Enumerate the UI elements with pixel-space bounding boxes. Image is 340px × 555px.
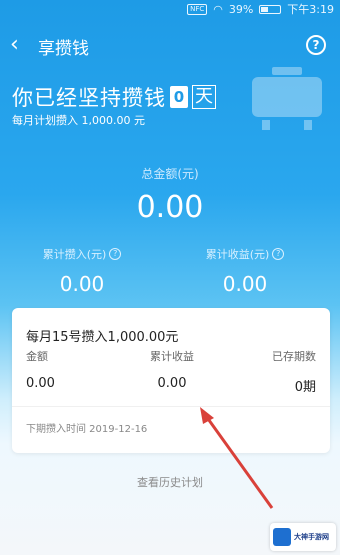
app-header: ‹ 享攒钱 ?	[0, 30, 340, 60]
deposited-value: 0.00	[59, 272, 105, 296]
day-unit: 天	[192, 85, 216, 109]
info-icon[interactable]: ?	[272, 248, 285, 260]
deposited-label: 累计攒入(元)	[42, 248, 107, 261]
help-icon[interactable]: ?	[306, 35, 326, 55]
page-title: 享攒钱	[38, 39, 89, 59]
plan-amount-label: 金额	[26, 350, 48, 363]
deposited-stat: 累计攒入(元) ? 0.00	[12, 246, 152, 296]
battery-percent: 39%	[228, 2, 254, 16]
total-amount-label: 总金额(元)	[141, 167, 199, 181]
battery-fill	[261, 6, 269, 12]
plan-earnings-value: 0.00	[157, 376, 187, 391]
plan-amount-value: 0.00	[26, 376, 55, 391]
piggy-bank-illustration	[252, 67, 322, 130]
card-divider	[12, 406, 330, 407]
battery-icon	[259, 4, 282, 14]
deposited-label-row: 累计攒入(元) ?	[12, 246, 152, 262]
status-bar: NFC ◠ 39% 下午3:19	[0, 0, 340, 18]
plan-card-title: 每月15号攒入1,000.00元	[26, 330, 179, 345]
info-icon[interactable]: ?	[109, 248, 122, 260]
headline-text: 你已经坚持攒钱	[12, 86, 166, 110]
view-history-plans-link[interactable]: 查看历史计划	[0, 474, 340, 490]
plan-earnings-column: 累计收益 0.00	[142, 348, 202, 391]
earnings-stat: 累计收益(元) ? 0.00	[175, 246, 315, 296]
plan-periods-value: 0期	[294, 380, 316, 395]
next-deposit-time: 下期攒入时间 2019-12-16	[26, 424, 148, 435]
plan-periods-label: 已存期数	[272, 350, 316, 363]
monthly-plan-text: 每月计划攒入 1,000.00 元	[12, 114, 145, 127]
watermark-text: 大神手游网	[294, 532, 329, 541]
plan-earnings-label: 累计收益	[150, 350, 194, 363]
total-amount-value: 0.00	[136, 190, 204, 225]
nfc-icon: NFC	[187, 3, 208, 15]
plan-amount-column: 金额 0.00	[26, 348, 55, 391]
plan-periods-column: 已存期数 0期	[272, 348, 316, 395]
persistence-headline: 你已经坚持攒钱 0 天	[12, 82, 216, 112]
clock: 下午3:19	[287, 3, 334, 16]
wifi-icon: ◠	[213, 2, 223, 16]
earnings-label: 累计收益(元)	[205, 248, 270, 261]
earnings-value: 0.00	[222, 272, 268, 296]
back-arrow-icon[interactable]: ‹	[10, 32, 19, 58]
day-count: 0	[170, 86, 188, 108]
site-watermark: 大神手游网	[270, 523, 336, 551]
earnings-label-row: 累计收益(元) ?	[175, 246, 315, 262]
savings-plan-card[interactable]: 每月15号攒入1,000.00元 金额 0.00 累计收益 0.00 已存期数 …	[12, 308, 330, 453]
watermark-logo	[273, 528, 291, 546]
